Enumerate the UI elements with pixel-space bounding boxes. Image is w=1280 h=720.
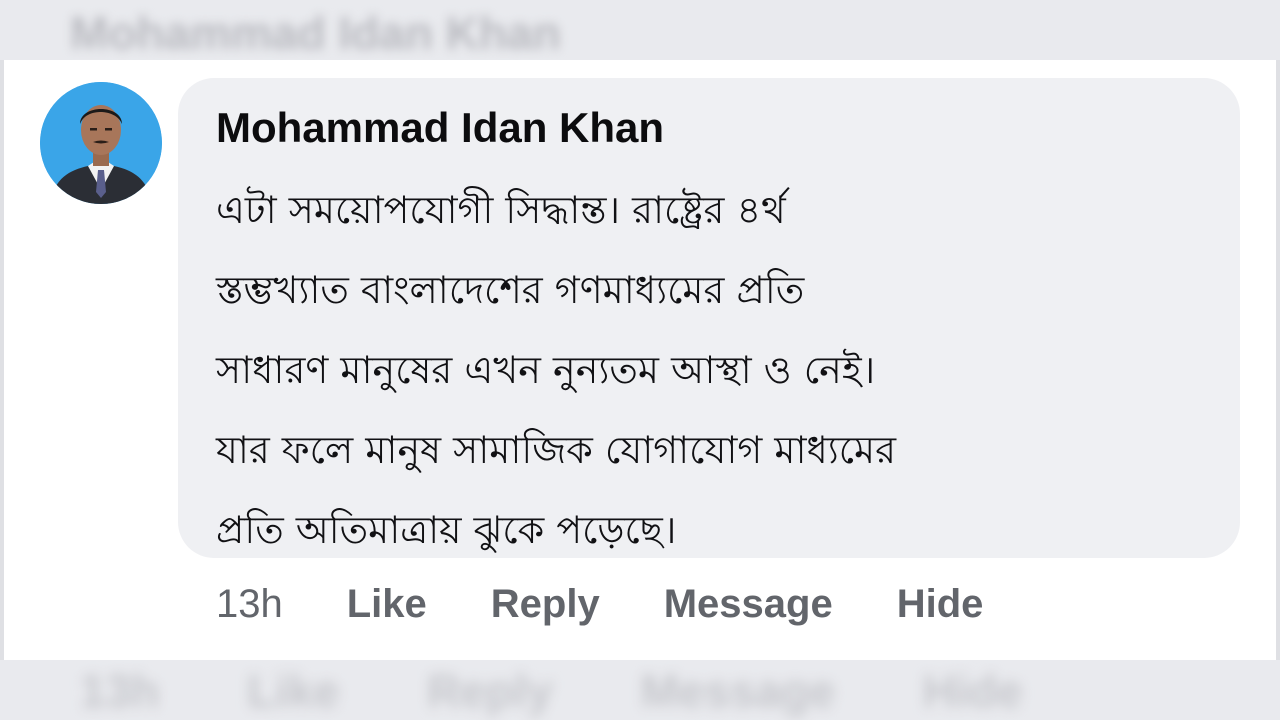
hide-button[interactable]: Hide — [897, 582, 984, 627]
comment-bubble: Mohammad Idan Khan এটা সময়োপযোগী সিদ্ধা… — [178, 78, 1240, 558]
message-button[interactable]: Message — [664, 582, 833, 627]
comment-line: সাধারণ মানুষের এখন নুন্যতম আস্থা ও নেই। — [216, 348, 876, 392]
screenshot-stage: Mohammad Idan Khan 13h Like Reply Messag… — [0, 0, 1280, 720]
comment-line: স্তম্ভখ্যাত বাংলাদেশের গণমাধ্যমের প্রতি — [216, 268, 805, 312]
avatar[interactable] — [40, 82, 162, 204]
comment-line: প্রতি অতিমাত্রায় ঝুকে পড়েছে। — [216, 508, 677, 552]
comment-card: Mohammad Idan Khan এটা সময়োপযোগী সিদ্ধা… — [4, 60, 1276, 660]
blurred-like: Like — [247, 665, 340, 717]
reply-button[interactable]: Reply — [491, 582, 600, 627]
blurred-author-name: Mohammad Idan Khan — [70, 7, 561, 59]
comment-line: যার ফলে মানুষ সামাজিক যোগাযোগ মাধ্যমের — [216, 428, 897, 472]
comment-text: এটা সময়োপযোগী সিদ্ধান্ত। রাষ্ট্রের ৪র্থ… — [216, 170, 1216, 570]
blurred-reply: Reply — [427, 665, 553, 717]
comment-action-row: 13h Like Reply Message Hide — [216, 582, 983, 627]
comment-timestamp[interactable]: 13h — [216, 582, 283, 627]
comment-line: এটা সময়োপযোগী সিদ্ধান্ত। রাষ্ট্রের ৪র্থ — [216, 188, 786, 232]
comment-author-name[interactable]: Mohammad Idan Khan — [216, 104, 664, 152]
profile-photo-icon — [40, 82, 162, 204]
blurred-timestamp: 13h — [80, 665, 160, 717]
blurred-action-row: 13h Like Reply Message Hide — [80, 664, 1023, 718]
blurred-previous-comment: Mohammad Idan Khan — [0, 0, 1280, 64]
blurred-message: Message — [640, 665, 835, 717]
like-button[interactable]: Like — [347, 582, 427, 627]
right-edge — [1276, 60, 1280, 660]
blurred-next-actions: 13h Like Reply Message Hide — [0, 660, 1280, 720]
blurred-hide: Hide — [922, 665, 1023, 717]
